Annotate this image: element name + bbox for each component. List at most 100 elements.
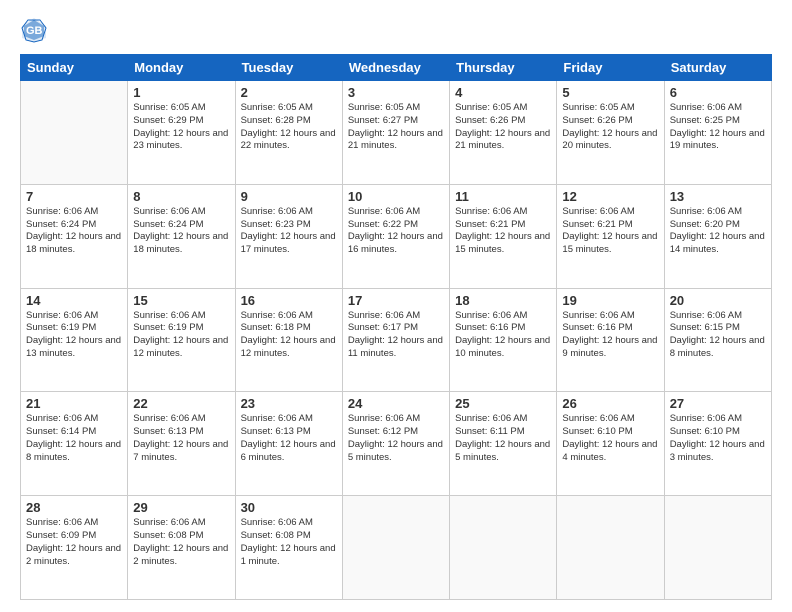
calendar-cell: 16 Sunrise: 6:06 AMSunset: 6:18 PMDayligh… bbox=[235, 288, 342, 392]
day-info: Sunrise: 6:06 AMSunset: 6:23 PMDaylight:… bbox=[241, 206, 337, 257]
calendar-cell: 17 Sunrise: 6:06 AMSunset: 6:17 PMDayligh… bbox=[342, 288, 449, 392]
day-number: 18 bbox=[455, 293, 551, 308]
calendar-cell: 22Sunrise: 6:06 AMSunset: 6:13 PMDayligh… bbox=[128, 392, 235, 496]
calendar-table: SundayMondayTuesdayWednesdayThursdayFrid… bbox=[20, 54, 772, 600]
day-number: 17 bbox=[348, 293, 444, 308]
day-info: Sunrise: 6:06 AMSunset: 6:14 PMDaylight:… bbox=[26, 413, 122, 464]
day-number: 1 bbox=[133, 85, 229, 100]
logo: GB bbox=[20, 16, 52, 44]
day-number: 5 bbox=[562, 85, 658, 100]
day-info: Sunrise: 6:05 AMSunset: 6:29 PMDaylight:… bbox=[133, 102, 229, 153]
day-info: Sunrise: 6:05 AMSunset: 6:28 PMDaylight:… bbox=[241, 102, 337, 153]
day-info: Sunrise: 6:06 AMSunset: 6:10 PMDaylight:… bbox=[670, 413, 766, 464]
day-info: Sunrise: 6:05 AMSunset: 6:27 PMDaylight:… bbox=[348, 102, 444, 153]
day-number: 23 bbox=[241, 396, 337, 411]
day-number: 12 bbox=[562, 189, 658, 204]
day-info: Sunrise: 6:06 AMSunset: 6:10 PMDaylight:… bbox=[562, 413, 658, 464]
day-info: Sunrise: 6:06 AMSunset: 6:24 PMDaylight:… bbox=[133, 206, 229, 257]
calendar-cell: 19 Sunrise: 6:06 AMSunset: 6:16 PMDayligh… bbox=[557, 288, 664, 392]
calendar-cell: 26 Sunrise: 6:06 AMSunset: 6:10 PMDayligh… bbox=[557, 392, 664, 496]
calendar-cell: 15 Sunrise: 6:06 AMSunset: 6:19 PMDayligh… bbox=[128, 288, 235, 392]
day-info: Sunrise: 6:05 AMSunset: 6:26 PMDaylight:… bbox=[455, 102, 551, 153]
calendar-cell: 25 Sunrise: 6:06 AMSunset: 6:11 PMDayligh… bbox=[450, 392, 557, 496]
calendar-cell: 18 Sunrise: 6:06 AMSunset: 6:16 PMDayligh… bbox=[450, 288, 557, 392]
day-number: 8 bbox=[133, 189, 229, 204]
calendar-cell: 28 Sunrise: 6:06 AMSunset: 6:09 PMDayligh… bbox=[21, 496, 128, 600]
weekday-header: Sunday bbox=[21, 55, 128, 81]
header: GB bbox=[20, 16, 772, 44]
day-info: Sunrise: 6:06 AMSunset: 6:22 PMDaylight:… bbox=[348, 206, 444, 257]
day-info: Sunrise: 6:06 AMSunset: 6:21 PMDaylight:… bbox=[562, 206, 658, 257]
calendar-cell: 7 Sunrise: 6:06 AMSunset: 6:24 PMDaylight… bbox=[21, 184, 128, 288]
day-number: 21 bbox=[26, 396, 122, 411]
calendar-cell bbox=[557, 496, 664, 600]
day-number: 10 bbox=[348, 189, 444, 204]
day-number: 28 bbox=[26, 500, 122, 515]
day-number: 14 bbox=[26, 293, 122, 308]
calendar-cell: 5 Sunrise: 6:05 AMSunset: 6:26 PMDaylight… bbox=[557, 81, 664, 185]
calendar-cell bbox=[450, 496, 557, 600]
logo-icon: GB bbox=[20, 16, 48, 44]
weekday-header: Thursday bbox=[450, 55, 557, 81]
day-info: Sunrise: 6:06 AMSunset: 6:16 PMDaylight:… bbox=[455, 310, 551, 361]
calendar-cell: 2 Sunrise: 6:05 AMSunset: 6:28 PMDaylight… bbox=[235, 81, 342, 185]
calendar-cell: 10 Sunrise: 6:06 AMSunset: 6:22 PMDayligh… bbox=[342, 184, 449, 288]
day-info: Sunrise: 6:06 AMSunset: 6:16 PMDaylight:… bbox=[562, 310, 658, 361]
day-info: Sunrise: 6:06 AMSunset: 6:08 PMDaylight:… bbox=[241, 517, 337, 568]
calendar-cell: 4 Sunrise: 6:05 AMSunset: 6:26 PMDaylight… bbox=[450, 81, 557, 185]
day-info: Sunrise: 6:06 AMSunset: 6:13 PMDaylight:… bbox=[241, 413, 337, 464]
calendar-cell: 11 Sunrise: 6:06 AMSunset: 6:21 PMDayligh… bbox=[450, 184, 557, 288]
calendar-cell: 12 Sunrise: 6:06 AMSunset: 6:21 PMDayligh… bbox=[557, 184, 664, 288]
day-number: 30 bbox=[241, 500, 337, 515]
calendar-cell: 9 Sunrise: 6:06 AMSunset: 6:23 PMDaylight… bbox=[235, 184, 342, 288]
day-number: 11 bbox=[455, 189, 551, 204]
day-number: 4 bbox=[455, 85, 551, 100]
day-info: Sunrise: 6:06 AMSunset: 6:25 PMDaylight:… bbox=[670, 102, 766, 153]
day-info: Sunrise: 6:06 AMSunset: 6:11 PMDaylight:… bbox=[455, 413, 551, 464]
svg-text:GB: GB bbox=[26, 25, 43, 37]
day-info: Sunrise: 6:06 AMSunset: 6:21 PMDaylight:… bbox=[455, 206, 551, 257]
day-number: 19 bbox=[562, 293, 658, 308]
calendar-cell: 24Sunrise: 6:06 AMSunset: 6:12 PMDayligh… bbox=[342, 392, 449, 496]
day-number: 7 bbox=[26, 189, 122, 204]
day-number: 20 bbox=[670, 293, 766, 308]
weekday-header: Monday bbox=[128, 55, 235, 81]
calendar-cell: 23 Sunrise: 6:06 AMSunset: 6:13 PMDayligh… bbox=[235, 392, 342, 496]
calendar-cell: 29Sunrise: 6:06 AMSunset: 6:08 PMDayligh… bbox=[128, 496, 235, 600]
day-info: Sunrise: 6:06 AMSunset: 6:19 PMDaylight:… bbox=[133, 310, 229, 361]
day-number: 2 bbox=[241, 85, 337, 100]
day-number: 16 bbox=[241, 293, 337, 308]
calendar-cell bbox=[342, 496, 449, 600]
calendar-cell bbox=[664, 496, 771, 600]
day-number: 25 bbox=[455, 396, 551, 411]
calendar-cell: 14 Sunrise: 6:06 AMSunset: 6:19 PMDayligh… bbox=[21, 288, 128, 392]
calendar-cell: 3 Sunrise: 6:05 AMSunset: 6:27 PMDaylight… bbox=[342, 81, 449, 185]
day-info: Sunrise: 6:06 AMSunset: 6:18 PMDaylight:… bbox=[241, 310, 337, 361]
day-info: Sunrise: 6:06 AMSunset: 6:08 PMDaylight:… bbox=[133, 517, 229, 568]
day-info: Sunrise: 6:06 AMSunset: 6:24 PMDaylight:… bbox=[26, 206, 122, 257]
weekday-header: Wednesday bbox=[342, 55, 449, 81]
day-info: Sunrise: 6:06 AMSunset: 6:09 PMDaylight:… bbox=[26, 517, 122, 568]
calendar-cell: 6 Sunrise: 6:06 AMSunset: 6:25 PMDaylight… bbox=[664, 81, 771, 185]
day-number: 13 bbox=[670, 189, 766, 204]
calendar-cell: 30 Sunrise: 6:06 AMSunset: 6:08 PMDayligh… bbox=[235, 496, 342, 600]
calendar-cell: 13 Sunrise: 6:06 AMSunset: 6:20 PMDayligh… bbox=[664, 184, 771, 288]
day-number: 9 bbox=[241, 189, 337, 204]
day-number: 26 bbox=[562, 396, 658, 411]
page: GB SundayMondayTuesdayWednesdayThursdayF… bbox=[0, 0, 792, 612]
day-info: Sunrise: 6:06 AMSunset: 6:17 PMDaylight:… bbox=[348, 310, 444, 361]
day-number: 27 bbox=[670, 396, 766, 411]
weekday-header: Tuesday bbox=[235, 55, 342, 81]
day-number: 3 bbox=[348, 85, 444, 100]
weekday-header: Friday bbox=[557, 55, 664, 81]
day-info: Sunrise: 6:06 AMSunset: 6:12 PMDaylight:… bbox=[348, 413, 444, 464]
day-info: Sunrise: 6:05 AMSunset: 6:26 PMDaylight:… bbox=[562, 102, 658, 153]
calendar-cell bbox=[21, 81, 128, 185]
day-number: 6 bbox=[670, 85, 766, 100]
day-info: Sunrise: 6:06 AMSunset: 6:19 PMDaylight:… bbox=[26, 310, 122, 361]
day-info: Sunrise: 6:06 AMSunset: 6:20 PMDaylight:… bbox=[670, 206, 766, 257]
calendar-cell: 8 Sunrise: 6:06 AMSunset: 6:24 PMDaylight… bbox=[128, 184, 235, 288]
calendar-cell: 1 Sunrise: 6:05 AMSunset: 6:29 PMDaylight… bbox=[128, 81, 235, 185]
weekday-header: Saturday bbox=[664, 55, 771, 81]
day-number: 15 bbox=[133, 293, 229, 308]
